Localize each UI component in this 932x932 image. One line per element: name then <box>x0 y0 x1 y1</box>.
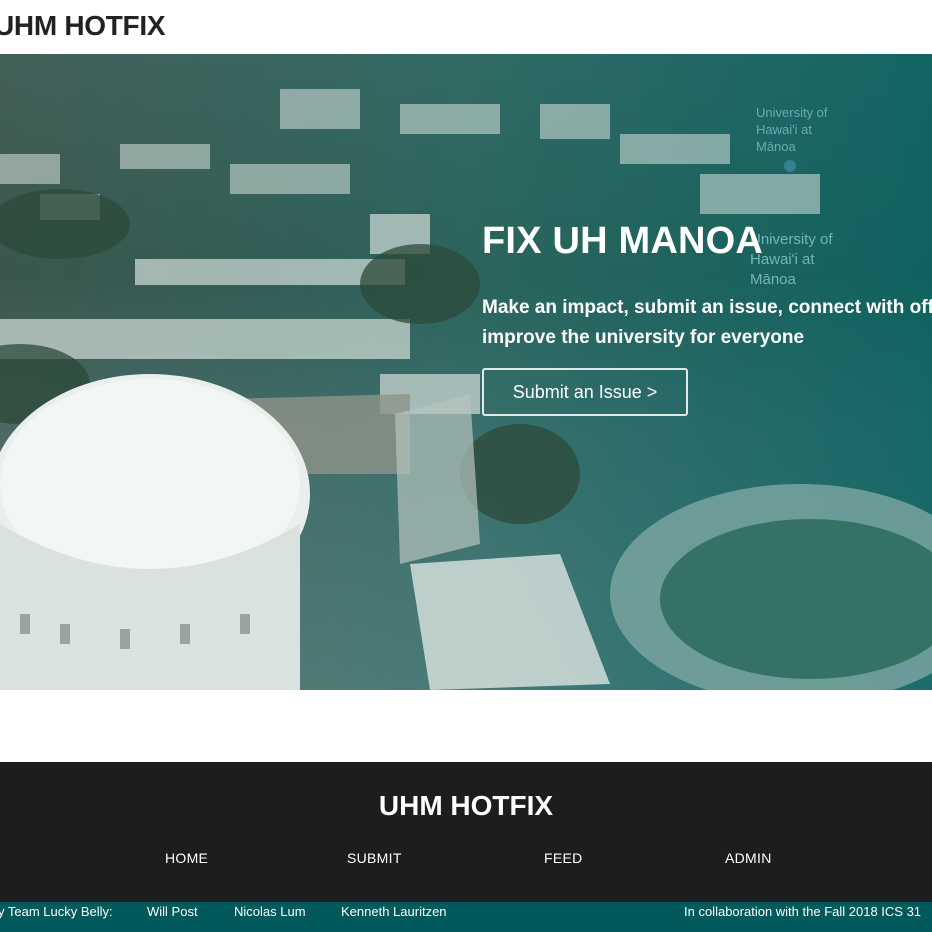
footer-link-submit[interactable]: SUBMIT <box>347 850 402 866</box>
footer-brand: UHM HOTFIX <box>378 790 554 821</box>
submit-issue-button[interactable]: Submit an Issue > <box>482 368 688 416</box>
member-link[interactable]: Nicolas Lum <box>234 902 306 932</box>
footer: UHM HOTFIX HOME SUBMIT FEED ADMIN y Team… <box>0 762 932 932</box>
footer-link-feed[interactable]: FEED <box>544 850 583 866</box>
member-link[interactable]: Kenneth Lauritzen <box>341 902 447 932</box>
hero-content: FIX UH MANOA Make an impact, submit an i… <box>482 220 932 416</box>
credits-prefix: y Team Lucky Belly: <box>0 904 113 919</box>
hero-subtitle-line1: Make an impact, submit an issue, connect… <box>482 297 932 318</box>
hero-subtitle-line2: improve the university for everyone <box>482 327 805 348</box>
site-brand[interactable]: UHM HOTFIX <box>0 10 166 42</box>
footer-link-admin[interactable]: ADMIN <box>725 850 772 866</box>
credits-bar: y Team Lucky Belly: Will Post Nicolas Lu… <box>0 902 932 932</box>
collab-text: In collaboration with the Fall 2018 ICS … <box>684 904 922 919</box>
footer-link-home[interactable]: HOME <box>165 850 208 866</box>
member-link[interactable]: Will Post <box>147 902 198 932</box>
hero-banner: University of Hawai'i at Mānoa Universit… <box>0 54 932 690</box>
map-label-top: University of Hawai'i at Mānoa <box>756 105 828 154</box>
top-bar: UHM HOTFIX <box>0 0 932 54</box>
hero-subtitle: Make an impact, submit an issue, connect… <box>482 293 932 353</box>
hero-title: FIX UH MANOA <box>482 220 764 262</box>
